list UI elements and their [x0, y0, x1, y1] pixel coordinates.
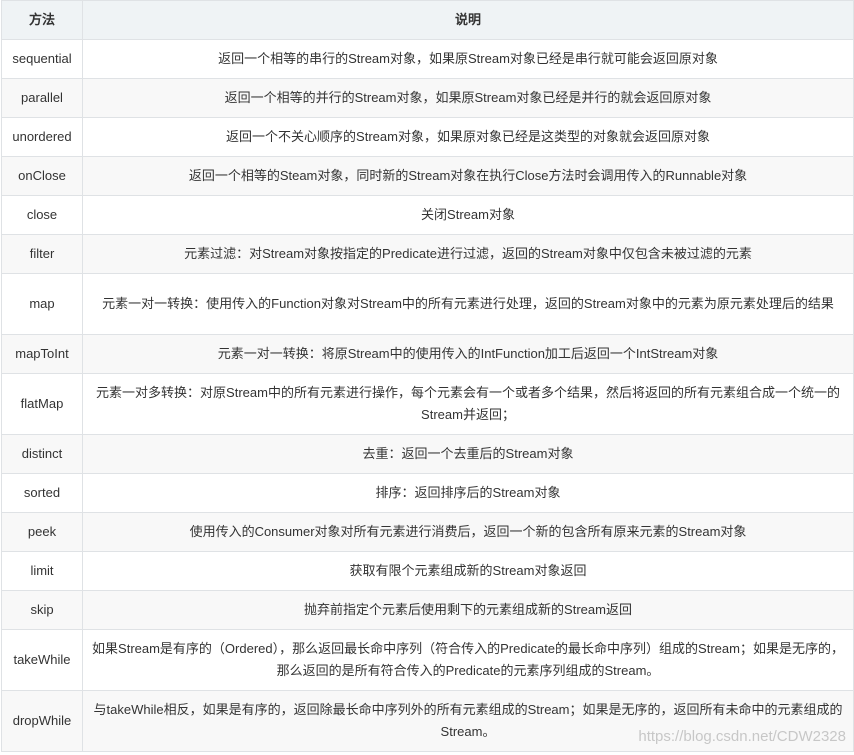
method-cell: sorted	[1, 473, 83, 513]
table-row: limit 获取有限个元素组成新的Stream对象返回	[1, 551, 854, 591]
method-cell: unordered	[1, 117, 83, 157]
method-cell: map	[1, 273, 83, 335]
description-cell: 返回一个相等的串行的Stream对象，如果原Stream对象已经是串行就可能会返…	[82, 39, 854, 79]
table-row: mapToInt 元素一对一转换：将原Stream中的使用传入的IntFunct…	[1, 334, 854, 374]
method-cell: sequential	[1, 39, 83, 79]
description-cell: 元素一对多转换：对原Stream中的所有元素进行操作，每个元素会有一个或者多个结…	[82, 373, 854, 435]
table-row: skip 抛弃前指定个元素后使用剩下的元素组成新的Stream返回	[1, 590, 854, 630]
method-cell: dropWhile	[1, 690, 83, 752]
table-row: close 关闭Stream对象	[1, 195, 854, 235]
description-cell: 排序：返回排序后的Stream对象	[82, 473, 854, 513]
description-cell: 去重：返回一个去重后的Stream对象	[82, 434, 854, 474]
method-cell: limit	[1, 551, 83, 591]
header-description: 说明	[82, 0, 854, 40]
table-row: onClose 返回一个相等的Steam对象，同时新的Stream对象在执行Cl…	[1, 156, 854, 196]
method-cell: peek	[1, 512, 83, 552]
description-cell: 关闭Stream对象	[82, 195, 854, 235]
method-cell: skip	[1, 590, 83, 630]
description-cell: 获取有限个元素组成新的Stream对象返回	[82, 551, 854, 591]
description-cell: 元素过滤：对Stream对象按指定的Predicate进行过滤，返回的Strea…	[82, 234, 854, 274]
description-cell: 返回一个相等的并行的Stream对象，如果原Stream对象已经是并行的就会返回…	[82, 78, 854, 118]
description-cell: 使用传入的Consumer对象对所有元素进行消费后，返回一个新的包含所有原来元素…	[82, 512, 854, 552]
table-body: sequential 返回一个相等的串行的Stream对象，如果原Stream对…	[1, 39, 854, 752]
method-cell: filter	[1, 234, 83, 274]
table-row: distinct 去重：返回一个去重后的Stream对象	[1, 434, 854, 474]
description-cell: 返回一个不关心顺序的Stream对象，如果原对象已经是这类型的对象就会返回原对象	[82, 117, 854, 157]
method-cell: flatMap	[1, 373, 83, 435]
description-cell: 与takeWhile相反，如果是有序的，返回除最长命中序列外的所有元素组成的St…	[82, 690, 854, 752]
method-cell: parallel	[1, 78, 83, 118]
table-header: 方法 说明	[1, 0, 854, 40]
description-cell: 返回一个相等的Steam对象，同时新的Stream对象在执行Close方法时会调…	[82, 156, 854, 196]
table-row: dropWhile 与takeWhile相反，如果是有序的，返回除最长命中序列外…	[1, 690, 854, 752]
table-row: flatMap 元素一对多转换：对原Stream中的所有元素进行操作，每个元素会…	[1, 373, 854, 435]
method-cell: onClose	[1, 156, 83, 196]
method-cell: distinct	[1, 434, 83, 474]
table-row: takeWhile 如果Stream是有序的（Ordered），那么返回最长命中…	[1, 629, 854, 691]
header-method: 方法	[1, 0, 83, 40]
table-row: sequential 返回一个相等的串行的Stream对象，如果原Stream对…	[1, 39, 854, 79]
table-row: sorted 排序：返回排序后的Stream对象	[1, 473, 854, 513]
stream-methods-table: 方法 说明 sequential 返回一个相等的串行的Stream对象，如果原S…	[1, 0, 854, 752]
table-row: parallel 返回一个相等的并行的Stream对象，如果原Stream对象已…	[1, 78, 854, 118]
description-cell: 元素一对一转换：将原Stream中的使用传入的IntFunction加工后返回一…	[82, 334, 854, 374]
method-cell: close	[1, 195, 83, 235]
table-row: filter 元素过滤：对Stream对象按指定的Predicate进行过滤，返…	[1, 234, 854, 274]
table-row: unordered 返回一个不关心顺序的Stream对象，如果原对象已经是这类型…	[1, 117, 854, 157]
table-row: peek 使用传入的Consumer对象对所有元素进行消费后，返回一个新的包含所…	[1, 512, 854, 552]
method-cell: mapToInt	[1, 334, 83, 374]
header-row: 方法 说明	[1, 0, 854, 40]
description-cell: 元素一对一转换：使用传入的Function对象对Stream中的所有元素进行处理…	[82, 273, 854, 335]
description-cell: 如果Stream是有序的（Ordered），那么返回最长命中序列（符合传入的Pr…	[82, 629, 854, 691]
table-row: map 元素一对一转换：使用传入的Function对象对Stream中的所有元素…	[1, 273, 854, 335]
description-cell: 抛弃前指定个元素后使用剩下的元素组成新的Stream返回	[82, 590, 854, 630]
method-cell: takeWhile	[1, 629, 83, 691]
